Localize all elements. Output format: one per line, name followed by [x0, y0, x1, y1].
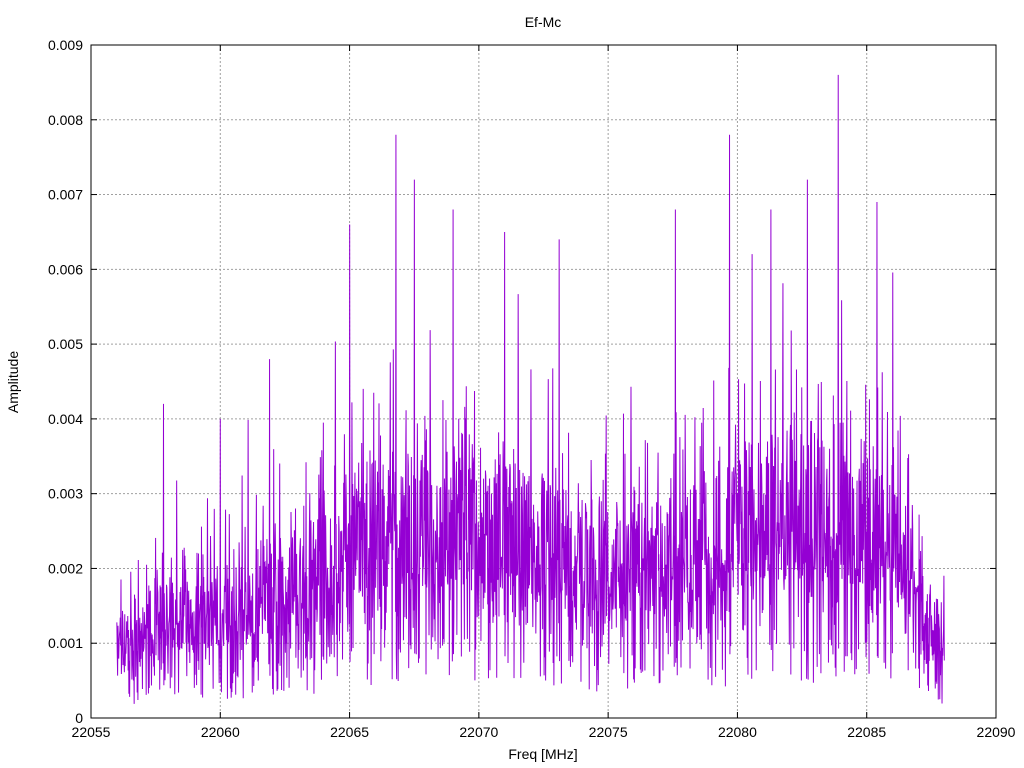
x-tick-label: 22065 [330, 724, 369, 740]
y-tick-label: 0.008 [48, 112, 83, 128]
series-line [116, 74, 945, 704]
y-tick-label: 0.005 [48, 336, 83, 352]
y-tick-label: 0 [75, 710, 83, 726]
y-axis-title: Amplitude [5, 351, 21, 413]
chart: 22055 22060 22065 22070 22075 22080 22085 22090… [5, 14, 1016, 762]
x-tick-label: 22075 [589, 724, 628, 740]
y-tick-label: 0.009 [48, 37, 83, 53]
x-tick-label: 22085 [847, 724, 886, 740]
y-tick-label: 0.007 [48, 187, 83, 203]
x-tick-label: 22080 [718, 724, 757, 740]
series-layer [116, 74, 945, 704]
y-tick-label: 0.003 [48, 486, 83, 502]
x-tick-label: 22055 [72, 724, 111, 740]
y-tick-label: 0.002 [48, 560, 83, 576]
y-tick-label: 0.006 [48, 261, 83, 277]
x-tick-label: 22070 [459, 724, 498, 740]
x-tick-label: 22090 [977, 724, 1016, 740]
chart-title: Ef-Mc [525, 14, 562, 30]
x-axis-title: Freq [MHz] [508, 746, 577, 762]
y-tick-label: 0.004 [48, 411, 83, 427]
x-tick-label: 22060 [201, 724, 240, 740]
y-tick-label: 0.001 [48, 635, 83, 651]
